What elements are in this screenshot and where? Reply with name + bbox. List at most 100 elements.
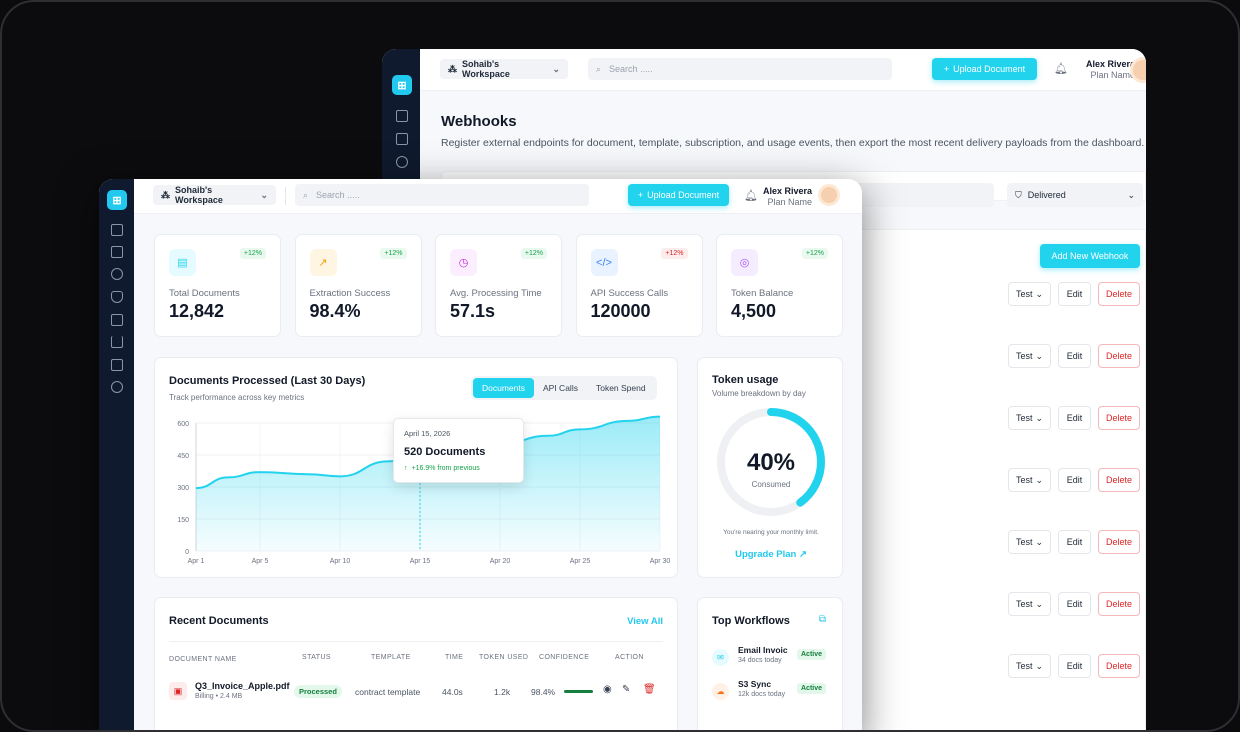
test-dropdown[interactable]: Test ⌄ (1008, 406, 1051, 430)
upload-document-button[interactable]: + Upload Document (932, 58, 1037, 80)
stat-label: Token Balance (731, 288, 794, 299)
x-tick-label: Apr 30 (650, 558, 671, 565)
edit-button[interactable]: Edit (1058, 406, 1091, 430)
workflow-status-badge: Active (797, 649, 827, 660)
delete-button[interactable]: Delete (1098, 344, 1140, 368)
analytics-icon[interactable] (111, 336, 123, 348)
dashboard-icon[interactable] (396, 110, 408, 122)
workspace-switcher[interactable]: ⁂ Sohaib's Workspace ⌄ (153, 185, 276, 205)
upload-document-button[interactable]: + Upload Document (628, 184, 729, 206)
test-label: Test (1015, 289, 1033, 299)
edit-button[interactable]: Edit (1058, 530, 1091, 554)
edit-button[interactable]: Edit (1058, 654, 1091, 678)
workflow-item[interactable]: ✉ Email Invoic 34 docs today Active (712, 645, 832, 671)
edit-button[interactable]: Edit (1058, 468, 1091, 492)
edit-label: Edit (1066, 413, 1083, 423)
top-workflows-card: Top Workflows ⧉ ✉ Email Invoic 34 docs t… (697, 597, 843, 730)
col-status: STATUS (302, 654, 331, 661)
billing-icon[interactable] (111, 359, 123, 371)
search-webhooks-input[interactable] (852, 183, 994, 207)
delete-label: Delete (1105, 475, 1132, 485)
templates-icon[interactable] (111, 268, 123, 280)
search-icon: ⌕ (596, 63, 602, 74)
test-dropdown[interactable]: Test ⌄ (1008, 344, 1051, 368)
database-icon[interactable] (111, 314, 123, 326)
edit-label: Edit (1066, 661, 1083, 671)
upgrade-plan-link[interactable]: Upgrade Plan ↗ (698, 549, 844, 560)
plus-icon: + (943, 64, 950, 74)
chevron-down-icon: ⌄ (1035, 598, 1044, 609)
plus-icon: + (637, 190, 644, 200)
stat-glyph: ▤ (177, 257, 188, 269)
webhook-row-actions: Test ⌄ Edit Delete (1008, 344, 1140, 368)
workspace-switcher[interactable]: ⁂ Sohaib's Workspace ⌄ (440, 59, 568, 79)
change-badge: +12% (661, 248, 688, 259)
dashboard-icon[interactable] (111, 224, 123, 236)
webhook-row-actions: Test ⌄ Edit Delete (1008, 282, 1140, 306)
code-icon: </> (590, 249, 618, 276)
test-dropdown[interactable]: Test ⌄ (1008, 530, 1051, 554)
delete-button[interactable]: Delete (1098, 592, 1140, 616)
stat-value: 98.4% (309, 301, 361, 321)
edit-icon[interactable]: ✎ (622, 684, 630, 695)
table-row[interactable]: ▣ Q3_Invoice_Apple.pdf Billing • 2.4 MB … (155, 676, 679, 706)
delete-button[interactable]: Delete (1098, 282, 1140, 306)
app-logo-icon[interactable]: ⊞ (107, 190, 127, 210)
documents-icon[interactable] (396, 133, 408, 145)
stat-card: </> +12% API Success Calls 120000 (575, 234, 703, 337)
search-input[interactable]: ⌕ Search ..... (588, 58, 892, 80)
search-input[interactable]: ⌕ Search ..... (295, 184, 589, 206)
view-icon[interactable]: ◉ (603, 684, 612, 695)
workflow-item[interactable]: ☁ S3 Sync 12k docs today Active (712, 679, 832, 705)
templates-icon[interactable] (396, 156, 408, 168)
stat-label: API Success Calls (590, 288, 669, 299)
test-dropdown[interactable]: Test ⌄ (1008, 592, 1051, 616)
delete-label: Delete (1105, 537, 1132, 547)
delete-button[interactable]: Delete (1098, 406, 1140, 430)
trend-up-icon: ↗ (309, 249, 337, 276)
edit-button[interactable]: Edit (1058, 282, 1091, 306)
delete-label: Delete (1105, 413, 1132, 423)
table-divider (169, 641, 663, 642)
chart-tooltip: April 15, 2026 520 Documents ↑ +16.9% fr… (393, 418, 524, 483)
x-tick-label: Apr 25 (570, 558, 591, 565)
status-filter-select[interactable]: ⛉ Delivered ⌄ (1007, 183, 1143, 207)
add-new-webhook-button[interactable]: Add New Webhook (1040, 244, 1140, 268)
document-meta: Billing • 2.4 MB (195, 693, 243, 700)
test-label: Test (1015, 413, 1033, 423)
stat-label: Total Documents (169, 288, 240, 299)
workspace-icon: ⁂ (161, 189, 170, 200)
col-action: ACTION (615, 654, 644, 661)
template-name: contract template (355, 687, 421, 697)
documents-icon[interactable] (111, 246, 123, 258)
user-info[interactable]: Alex Rivera Plan Name (1070, 59, 1135, 81)
test-dropdown[interactable]: Test ⌄ (1008, 654, 1051, 678)
stat-value: 120000 (590, 301, 651, 321)
filter-value: Delivered (1027, 190, 1066, 200)
user-name: Alex Rivera (762, 186, 812, 196)
trash-icon[interactable]: 🗑︎ (643, 684, 656, 695)
edit-label: Edit (1066, 351, 1083, 361)
external-link-icon[interactable]: ⧉ (819, 614, 826, 625)
user-info[interactable]: Alex Rivera Plan Name (752, 186, 812, 208)
bell-icon[interactable]: 🔔︎ (1054, 62, 1068, 75)
workflow-name: Email Invoic (738, 645, 788, 655)
delete-button[interactable]: Delete (1098, 654, 1140, 678)
test-dropdown[interactable]: Test ⌄ (1008, 282, 1051, 306)
edit-button[interactable]: Edit (1058, 592, 1091, 616)
document-name[interactable]: Q3_Invoice_Apple.pdf (195, 681, 290, 691)
delete-button[interactable]: Delete (1098, 468, 1140, 492)
edit-button[interactable]: Edit (1058, 344, 1091, 368)
topbar: ⁂ Sohaib's Workspace ⌄ ⌕ Search ..... + … (134, 179, 862, 214)
limit-note: You're nearing your monthly limit. (723, 529, 819, 536)
webhook-row-actions: Test ⌄ Edit Delete (1008, 468, 1140, 492)
settings-icon[interactable] (111, 381, 123, 393)
confidence-bar-fill (564, 690, 593, 693)
app-logo-icon[interactable]: ⊞ (392, 75, 412, 95)
view-all-link[interactable]: View All (627, 616, 663, 627)
avatar[interactable] (818, 184, 840, 206)
delete-button[interactable]: Delete (1098, 530, 1140, 554)
upload-label: Upload Document (647, 190, 720, 200)
test-dropdown[interactable]: Test ⌄ (1008, 468, 1051, 492)
integrations-icon[interactable] (111, 291, 123, 303)
